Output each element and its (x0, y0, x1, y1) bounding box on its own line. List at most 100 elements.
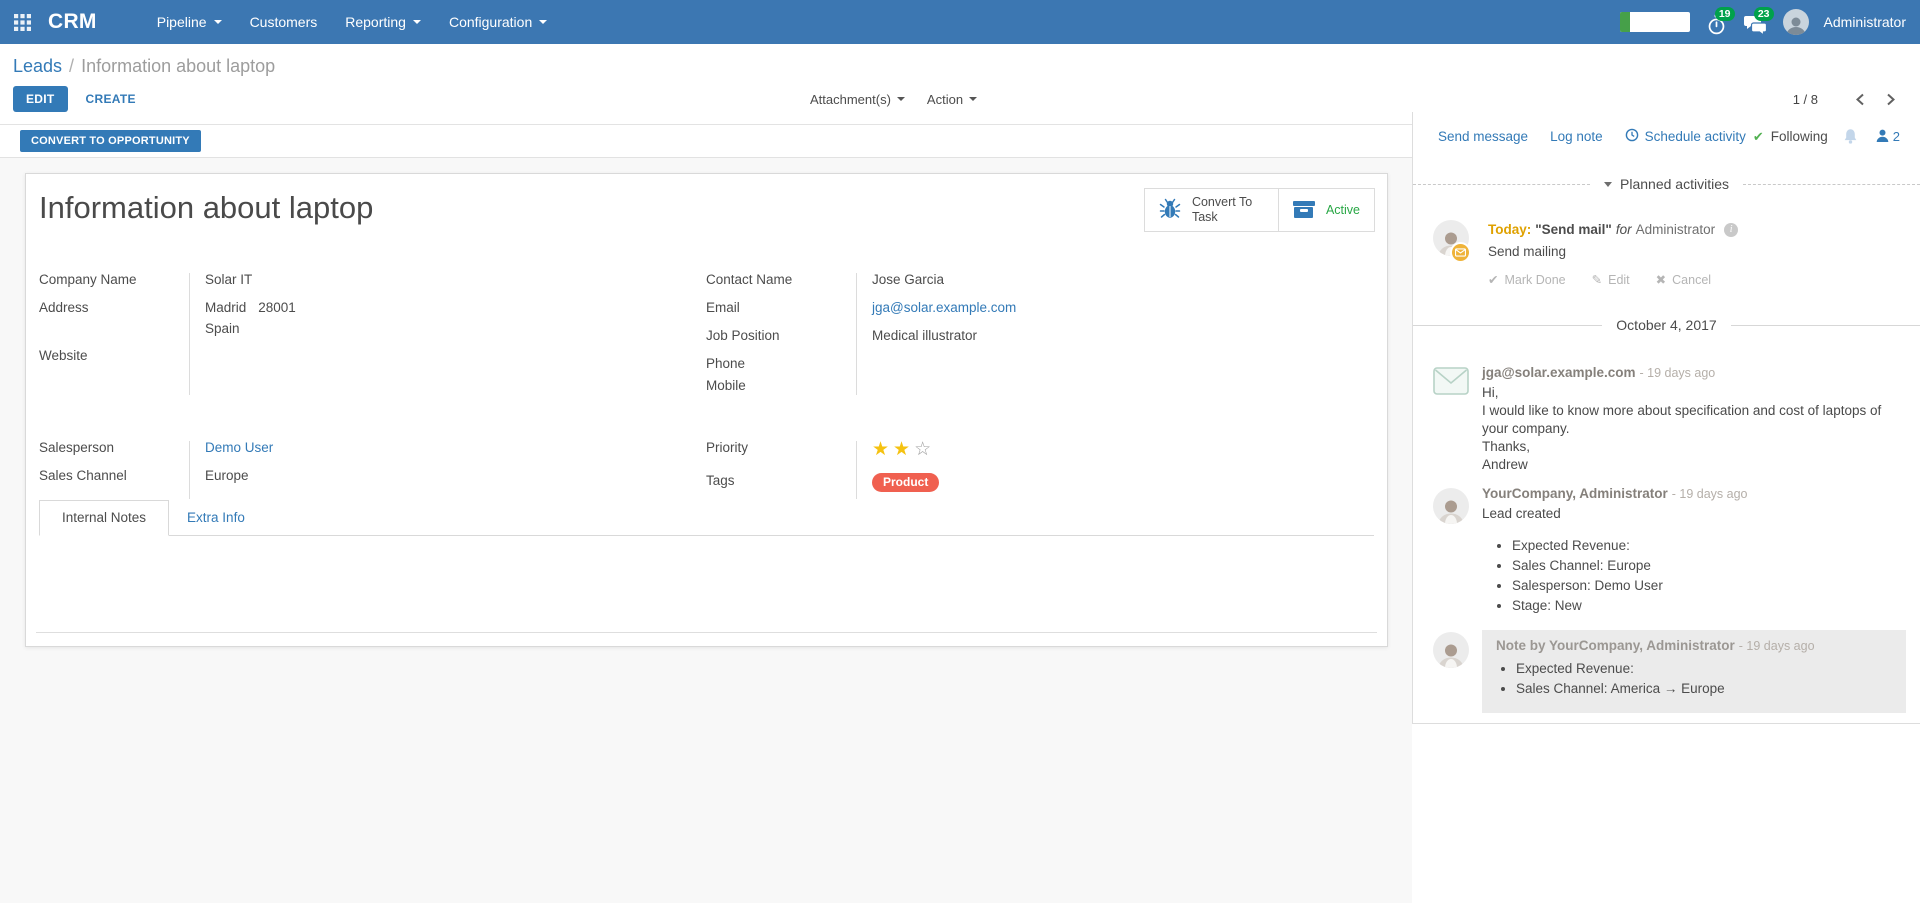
field-label-tags: Tags (706, 471, 856, 494)
message-author: YourCompany, Administrator (1482, 486, 1668, 501)
bug-icon (1159, 198, 1181, 223)
chevron-down-icon (413, 20, 421, 24)
avatar (1433, 488, 1469, 524)
priority-tags-group: Priority ★★☆ Tags Product (706, 438, 1374, 502)
message-log: YourCompany, Administrator- 19 days ago … (1433, 486, 1906, 618)
convert-to-task-button[interactable]: Convert To Task (1145, 189, 1278, 231)
pager-previous-icon[interactable] (1854, 92, 1868, 106)
tab-internal-notes[interactable]: Internal Notes (39, 500, 169, 536)
edit-activity-button[interactable]: ✎Edit (1592, 272, 1630, 287)
action-dropdown[interactable]: Action (927, 92, 977, 107)
create-button[interactable]: CREATE (78, 86, 144, 112)
activities-timer-icon[interactable]: 19 (1705, 9, 1729, 35)
planned-activities-header[interactable]: Planned activities (1413, 176, 1920, 192)
activity-email-badge-icon (1450, 242, 1471, 263)
mark-done-button[interactable]: ✔Mark Done (1488, 272, 1566, 287)
field-value-company-name: Solar IT (189, 270, 252, 290)
bell-icon[interactable] (1843, 128, 1858, 145)
follower-person-icon (1876, 129, 1889, 145)
timer-progress (1620, 12, 1630, 32)
field-value-sales-channel: Europe (189, 466, 249, 486)
convert-to-opportunity-button[interactable]: CONVERT TO OPPORTUNITY (20, 130, 201, 152)
timer-widget[interactable] (1620, 12, 1690, 32)
chatter-panel: Send message Log note Schedule activity … (1412, 112, 1920, 724)
date-separator: October 4, 2017 (1413, 317, 1920, 333)
breadcrumb: Leads/Information about laptop (13, 44, 1920, 77)
active-toggle-button[interactable]: Active (1278, 189, 1374, 231)
main-menu: Pipeline Customers Reporting Configurati… (157, 14, 548, 30)
email-link[interactable]: jga@solar.example.com (872, 300, 1016, 315)
pager-value: 1 / 8 (1793, 92, 1818, 107)
menu-customers[interactable]: Customers (250, 14, 318, 30)
chevron-down-icon (969, 97, 977, 101)
message-body: Lead created (1482, 505, 1906, 523)
user-name[interactable]: Administrator (1824, 14, 1906, 30)
menu-pipeline[interactable]: Pipeline (157, 14, 222, 30)
message-body: Hi, I would like to know more about spec… (1482, 384, 1906, 474)
sheet-divider (36, 632, 1377, 633)
field-label-sales-channel: Sales Channel (39, 466, 189, 486)
chevron-down-icon (539, 20, 547, 24)
top-navbar: CRM Pipeline Customers Reporting Configu… (0, 0, 1920, 44)
chevron-down-icon (1604, 182, 1612, 187)
chevron-down-icon (897, 97, 905, 101)
message-bullet-list: Expected Revenue: Sales Channel: America… (1516, 661, 1892, 696)
followers-button[interactable]: 2 (1876, 129, 1900, 145)
form-sheet: Information about laptop (25, 173, 1388, 647)
archive-box-icon (1293, 201, 1315, 219)
chevron-down-icon (214, 20, 222, 24)
message-bullet-list: Expected Revenue: Sales Channel: Europe … (1512, 538, 1906, 613)
notebook-tabs: Internal Notes Extra Info (39, 500, 1374, 536)
pencil-icon: ✎ (1592, 272, 1602, 287)
field-label-contact-name: Contact Name (706, 270, 856, 290)
field-value-address: Madrid28001 Spain (189, 298, 296, 338)
star-empty-icon[interactable]: ☆ (914, 439, 935, 460)
timer-badge: 19 (1715, 7, 1735, 21)
schedule-activity-button[interactable]: Schedule activity (1625, 128, 1746, 145)
activity-note: Send mailing (1488, 244, 1738, 259)
message-note: Note by YourCompany, Administrator- 19 d… (1433, 630, 1906, 713)
field-label-salesperson: Salesperson (39, 438, 189, 458)
check-icon: ✔ (1753, 129, 1764, 145)
pager-next-icon[interactable] (1884, 92, 1898, 106)
log-note-button[interactable]: Log note (1550, 129, 1603, 144)
menu-configuration[interactable]: Configuration (449, 14, 547, 30)
app-brand[interactable]: CRM (48, 10, 97, 34)
menu-reporting[interactable]: Reporting (345, 14, 421, 30)
message-email: jga@solar.example.com- 19 days ago Hi, I… (1433, 365, 1906, 474)
field-label-job-position: Job Position (706, 326, 856, 346)
statusbar: CONVERT TO OPPORTUNITY (0, 125, 1412, 158)
following-button[interactable]: ✔ Following (1753, 129, 1828, 145)
company-info-group: Company Name Solar IT Address Madrid2800… (39, 270, 706, 398)
message-time: - 19 days ago (1672, 487, 1748, 501)
field-label-website: Website (39, 346, 189, 366)
apps-grid-icon[interactable] (12, 12, 32, 32)
field-label-company-name: Company Name (39, 270, 189, 290)
message-time: - 19 days ago (1739, 639, 1815, 653)
info-icon[interactable]: i (1724, 223, 1738, 237)
clock-icon (1625, 128, 1639, 145)
messages-badge: 23 (1754, 7, 1774, 21)
edit-button[interactable]: EDIT (13, 86, 68, 112)
record-pager: 1 / 8 (1793, 92, 1898, 107)
attachments-dropdown[interactable]: Attachment(s) (810, 92, 905, 107)
activity-assignee: Administrator (1636, 222, 1716, 237)
chatter-toolbar: Send message Log note Schedule activity … (1413, 112, 1920, 155)
salesperson-link[interactable]: Demo User (205, 440, 273, 455)
breadcrumb-current: Information about laptop (81, 56, 275, 76)
tab-extra-info[interactable]: Extra Info (169, 500, 263, 535)
internal-notes-content (39, 537, 1374, 617)
star-filled-icon[interactable]: ★ (893, 439, 914, 460)
contact-info-group: Contact Name Jose Garcia Email jga@solar… (706, 270, 1374, 398)
field-value-job-position: Medical illustrator (856, 326, 977, 346)
messages-icon[interactable]: 23 (1744, 9, 1768, 35)
user-avatar[interactable] (1783, 9, 1809, 35)
star-filled-icon[interactable]: ★ (872, 439, 893, 460)
cancel-activity-button[interactable]: ✖Cancel (1656, 272, 1711, 287)
field-value-contact-name: Jose Garcia (856, 270, 944, 290)
field-label-priority: Priority (706, 438, 856, 463)
field-label-email: Email (706, 298, 856, 318)
send-message-button[interactable]: Send message (1438, 129, 1528, 144)
priority-stars: ★★☆ (856, 438, 935, 463)
breadcrumb-leads-link[interactable]: Leads (13, 56, 62, 76)
